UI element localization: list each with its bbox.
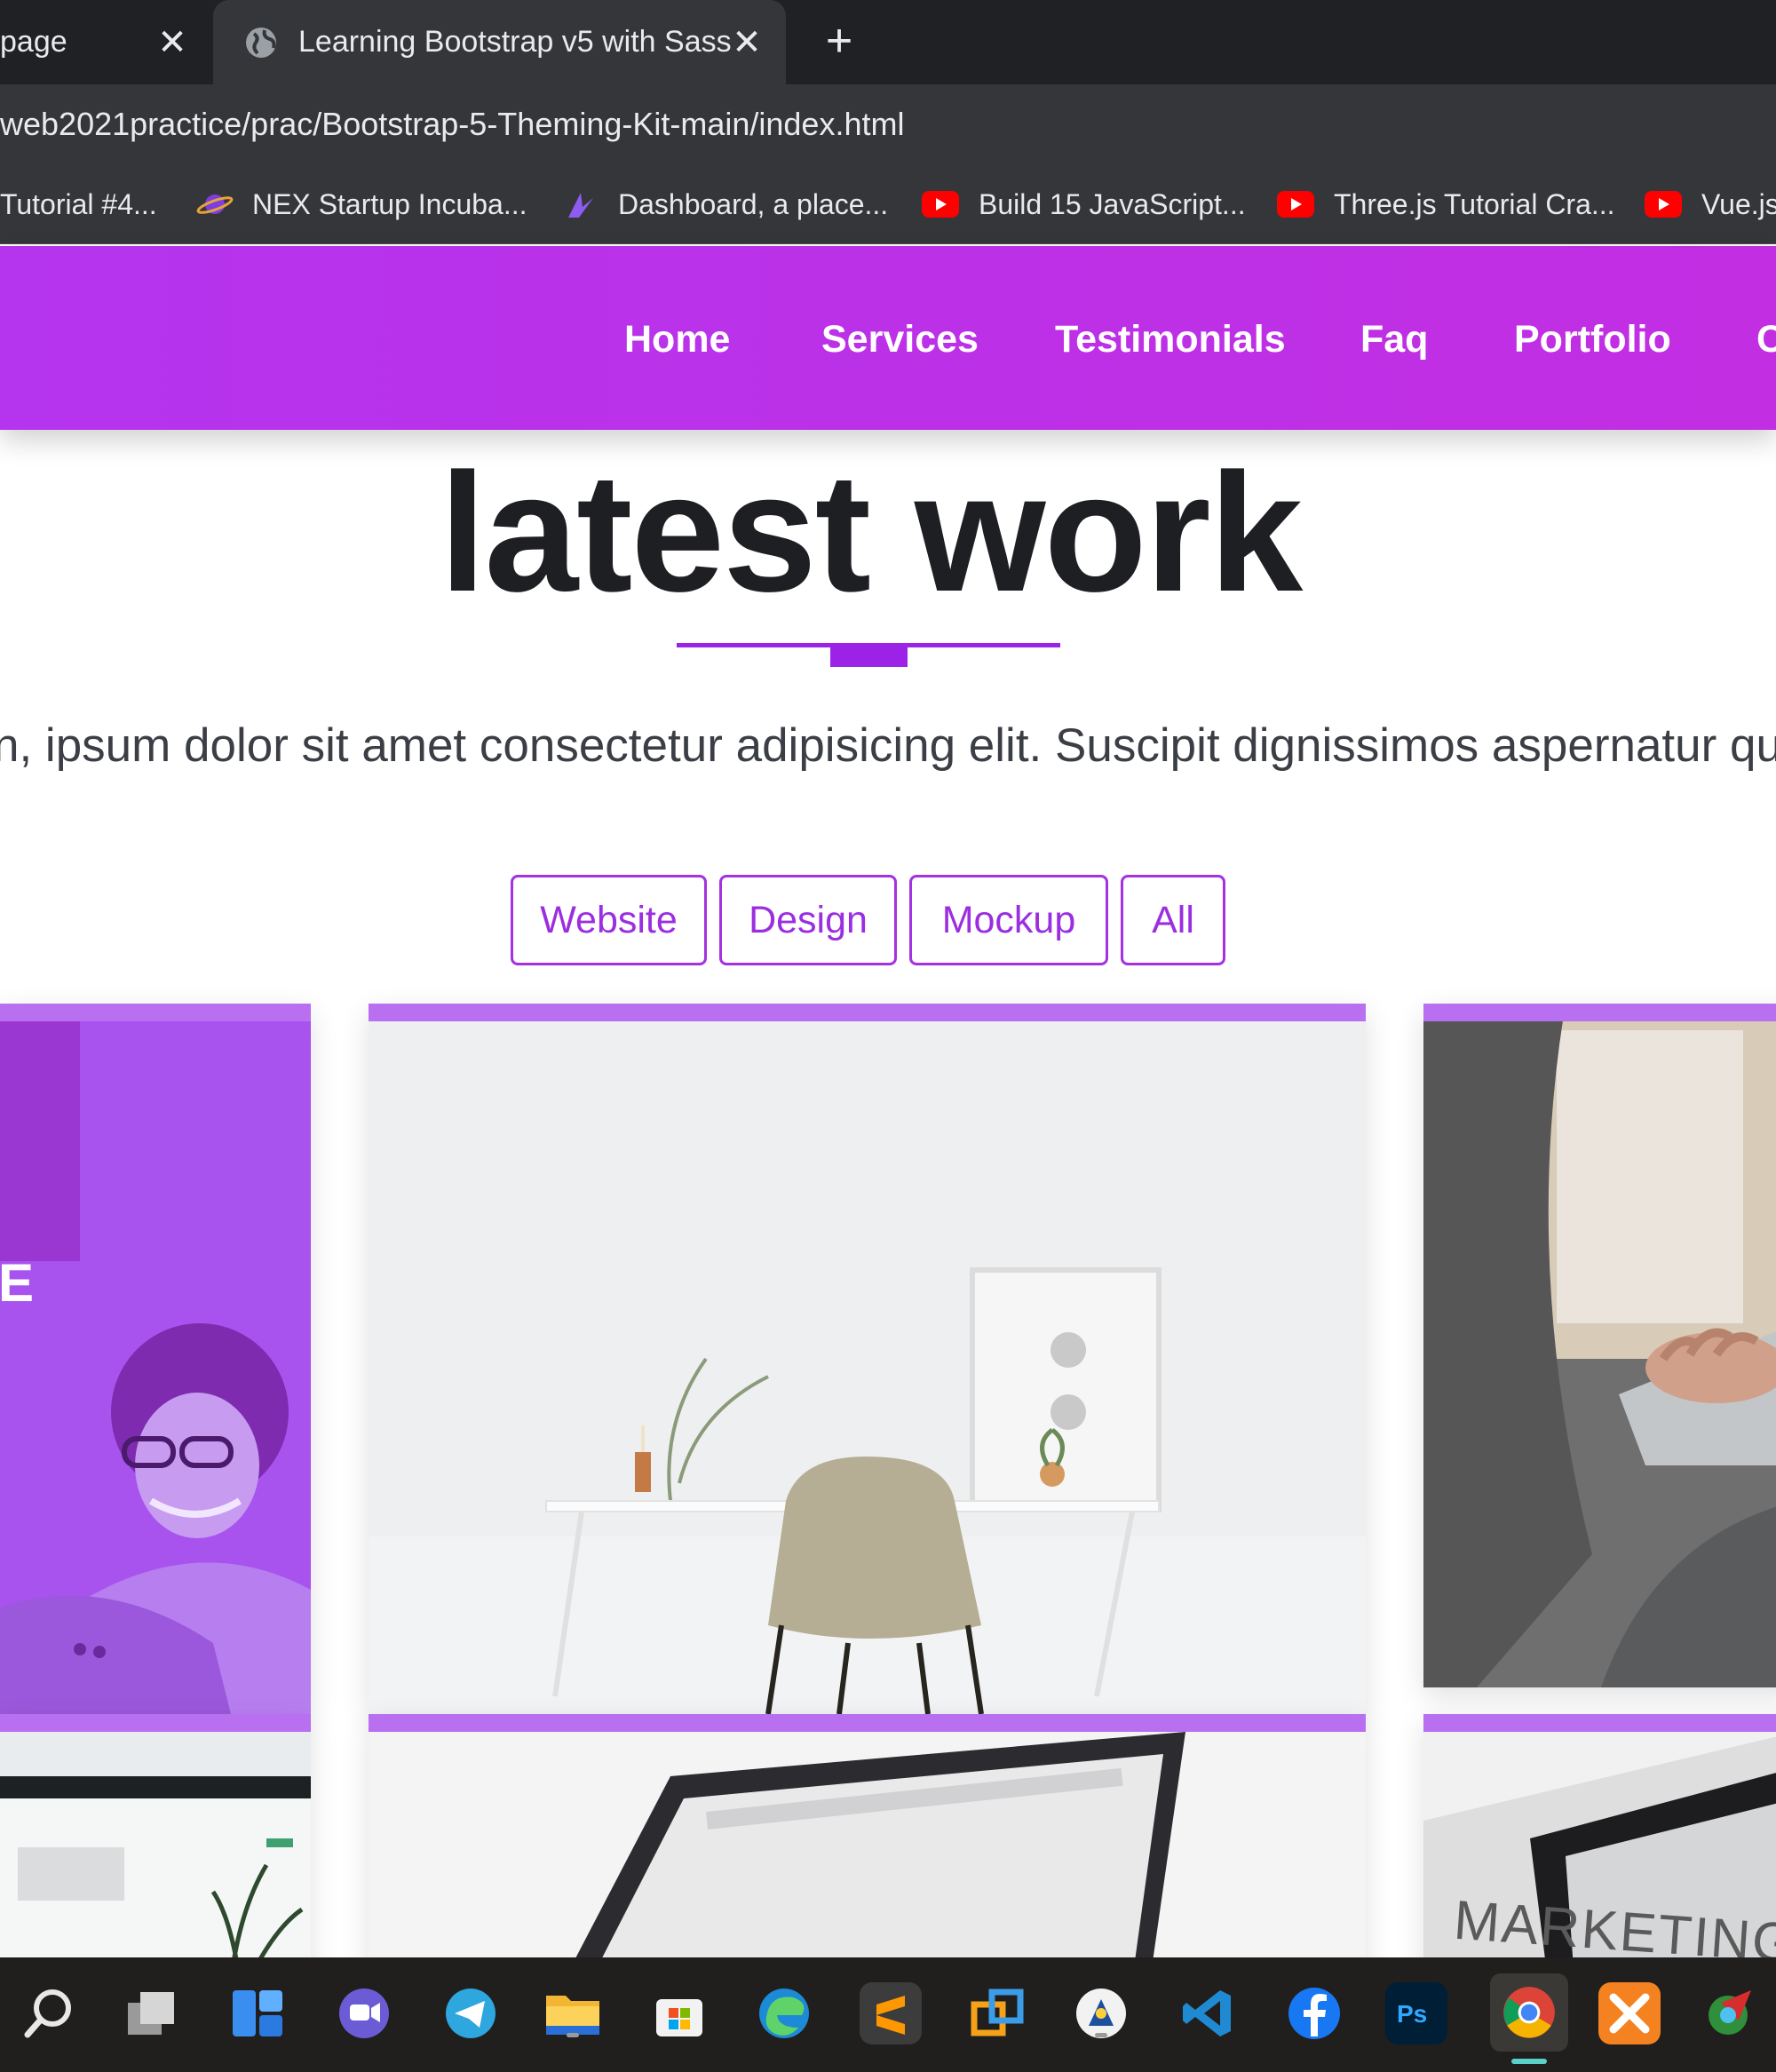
portfolio-card[interactable]: E xyxy=(0,1004,311,1714)
youtube-icon xyxy=(1645,191,1682,218)
bookmark-label: Dashboard, a place... xyxy=(618,188,889,220)
portfolio-image-desk xyxy=(369,1004,1366,1714)
title-underline-accent xyxy=(830,647,908,667)
planet-icon xyxy=(196,194,234,214)
widgets-icon[interactable] xyxy=(226,1982,289,2044)
nav-link-testimonials[interactable]: Testimonials xyxy=(1055,313,1286,366)
card-top-bar xyxy=(1423,1714,1776,1732)
task-view-icon[interactable] xyxy=(120,1982,182,2044)
url-field[interactable]: web2021practice/prac/Bootstrap-5-Theming… xyxy=(0,102,904,147)
inkscape-icon[interactable] xyxy=(1070,1982,1132,2044)
card-top-bar xyxy=(0,1004,311,1021)
network-tool-icon[interactable] xyxy=(1701,1982,1763,2044)
active-indicator xyxy=(1511,2059,1547,2064)
youtube-icon xyxy=(1277,191,1314,218)
filter-design-button[interactable]: Design xyxy=(719,875,897,965)
telegram-icon[interactable] xyxy=(440,1982,502,2044)
virtual-desktop-icon[interactable] xyxy=(966,1982,1028,2044)
portfolio-card[interactable] xyxy=(369,1714,1366,1981)
bookmark-dashboard[interactable]: Dashboard, a place... xyxy=(561,182,888,226)
bookmark-nex-startup[interactable]: NEX Startup Incuba... xyxy=(195,182,527,226)
bookmark-vuejs[interactable]: Vue.js xyxy=(1645,182,1776,226)
site-navbar: Home Services Testimonials Faq Portfolio… xyxy=(0,246,1776,430)
file-explorer-icon[interactable] xyxy=(542,1982,604,2044)
card-top-bar xyxy=(369,1714,1366,1732)
portfolio-card[interactable]: MARKETING xyxy=(1423,1714,1776,1981)
bookmark-build-15-js[interactable]: Build 15 JavaScript... xyxy=(922,182,1246,226)
portfolio-card[interactable] xyxy=(0,1714,311,1981)
tab-page[interactable]: page ✕ xyxy=(0,0,213,84)
filter-mockup-button[interactable]: Mockup xyxy=(909,875,1108,965)
address-bar: web2021practice/prac/Bootstrap-5-Theming… xyxy=(0,84,1776,164)
vscode-icon[interactable] xyxy=(1177,1982,1239,2044)
bookmarks-bar: Tutorial #4... NEX Startup Incuba... Das… xyxy=(0,164,1776,244)
card-top-bar xyxy=(369,1004,1366,1021)
photoshop-icon[interactable]: Ps xyxy=(1385,1982,1447,2044)
bookmark-label: Three.js Tutorial Cra... xyxy=(1334,188,1615,220)
sublime-text-icon[interactable] xyxy=(860,1982,922,2044)
portfolio-image-desktop xyxy=(0,1714,311,1981)
card-top-bar xyxy=(0,1714,311,1732)
tab-page-label: page xyxy=(0,25,67,59)
tab-learning-bootstrap-label: Learning Bootstrap v5 with Sass xyxy=(298,25,732,59)
youtube-icon xyxy=(922,191,959,218)
teams-chat-icon[interactable] xyxy=(333,1982,395,2044)
filter-website-button[interactable]: Website xyxy=(511,875,707,965)
chrome-icon[interactable] xyxy=(1490,1973,1568,2064)
tab-close-icon[interactable]: ✕ xyxy=(155,25,190,60)
portfolio-card[interactable] xyxy=(1423,1004,1776,1687)
card-overlay-text: E xyxy=(0,1253,35,1313)
section-lead-text: n, ipsum dolor sit amet consectetur adip… xyxy=(0,719,1776,772)
tab-learning-bootstrap[interactable]: Learning Bootstrap v5 with Sass ✕ xyxy=(213,0,786,84)
browser-tab-strip: page ✕ Learning Bootstrap v5 with Sass ✕… xyxy=(0,0,1776,84)
nav-link-faq[interactable]: Faq xyxy=(1360,313,1428,366)
bookmark-threejs[interactable]: Three.js Tutorial Cra... xyxy=(1277,182,1615,226)
portfolio-image-woman xyxy=(0,1004,311,1714)
tab-close-icon[interactable]: ✕ xyxy=(729,25,765,60)
svg-text:Ps: Ps xyxy=(1397,2000,1427,2028)
filter-all-button[interactable]: All xyxy=(1121,875,1225,965)
microsoft-store-icon[interactable] xyxy=(648,1982,710,2044)
bookmark-label: NEX Startup Incuba... xyxy=(252,188,527,220)
nav-link-contact[interactable]: C xyxy=(1756,313,1776,366)
nav-link-portfolio[interactable]: Portfolio xyxy=(1514,313,1671,366)
running-indicator xyxy=(1095,2033,1107,2037)
portfolio-card[interactable] xyxy=(369,1004,1366,1714)
running-indicator xyxy=(567,2033,579,2037)
portfolio-image-laptop xyxy=(369,1714,1366,1981)
portfolio-image-typing xyxy=(1423,1004,1776,1687)
nav-link-services[interactable]: Services xyxy=(821,313,979,366)
search-icon[interactable] xyxy=(18,1982,80,2044)
xampp-icon[interactable] xyxy=(1598,1982,1661,2044)
bookmark-label: Vue.js xyxy=(1701,188,1776,220)
nav-link-home[interactable]: Home xyxy=(624,313,730,366)
taskbar: Ps xyxy=(0,1957,1776,2072)
section-title: latest work xyxy=(439,439,1304,627)
bookmark-label: Build 15 JavaScript... xyxy=(979,188,1246,220)
globe-icon xyxy=(246,27,276,58)
bookmark-label: Tutorial #4... xyxy=(0,188,157,220)
new-tab-button[interactable]: + xyxy=(817,18,861,64)
bookmark-tutorial[interactable]: Tutorial #4... xyxy=(0,182,157,226)
edge-icon[interactable] xyxy=(753,1982,815,2044)
facebook-icon[interactable] xyxy=(1283,1982,1345,2044)
card-top-bar xyxy=(1423,1004,1776,1021)
feather-icon xyxy=(568,193,593,218)
